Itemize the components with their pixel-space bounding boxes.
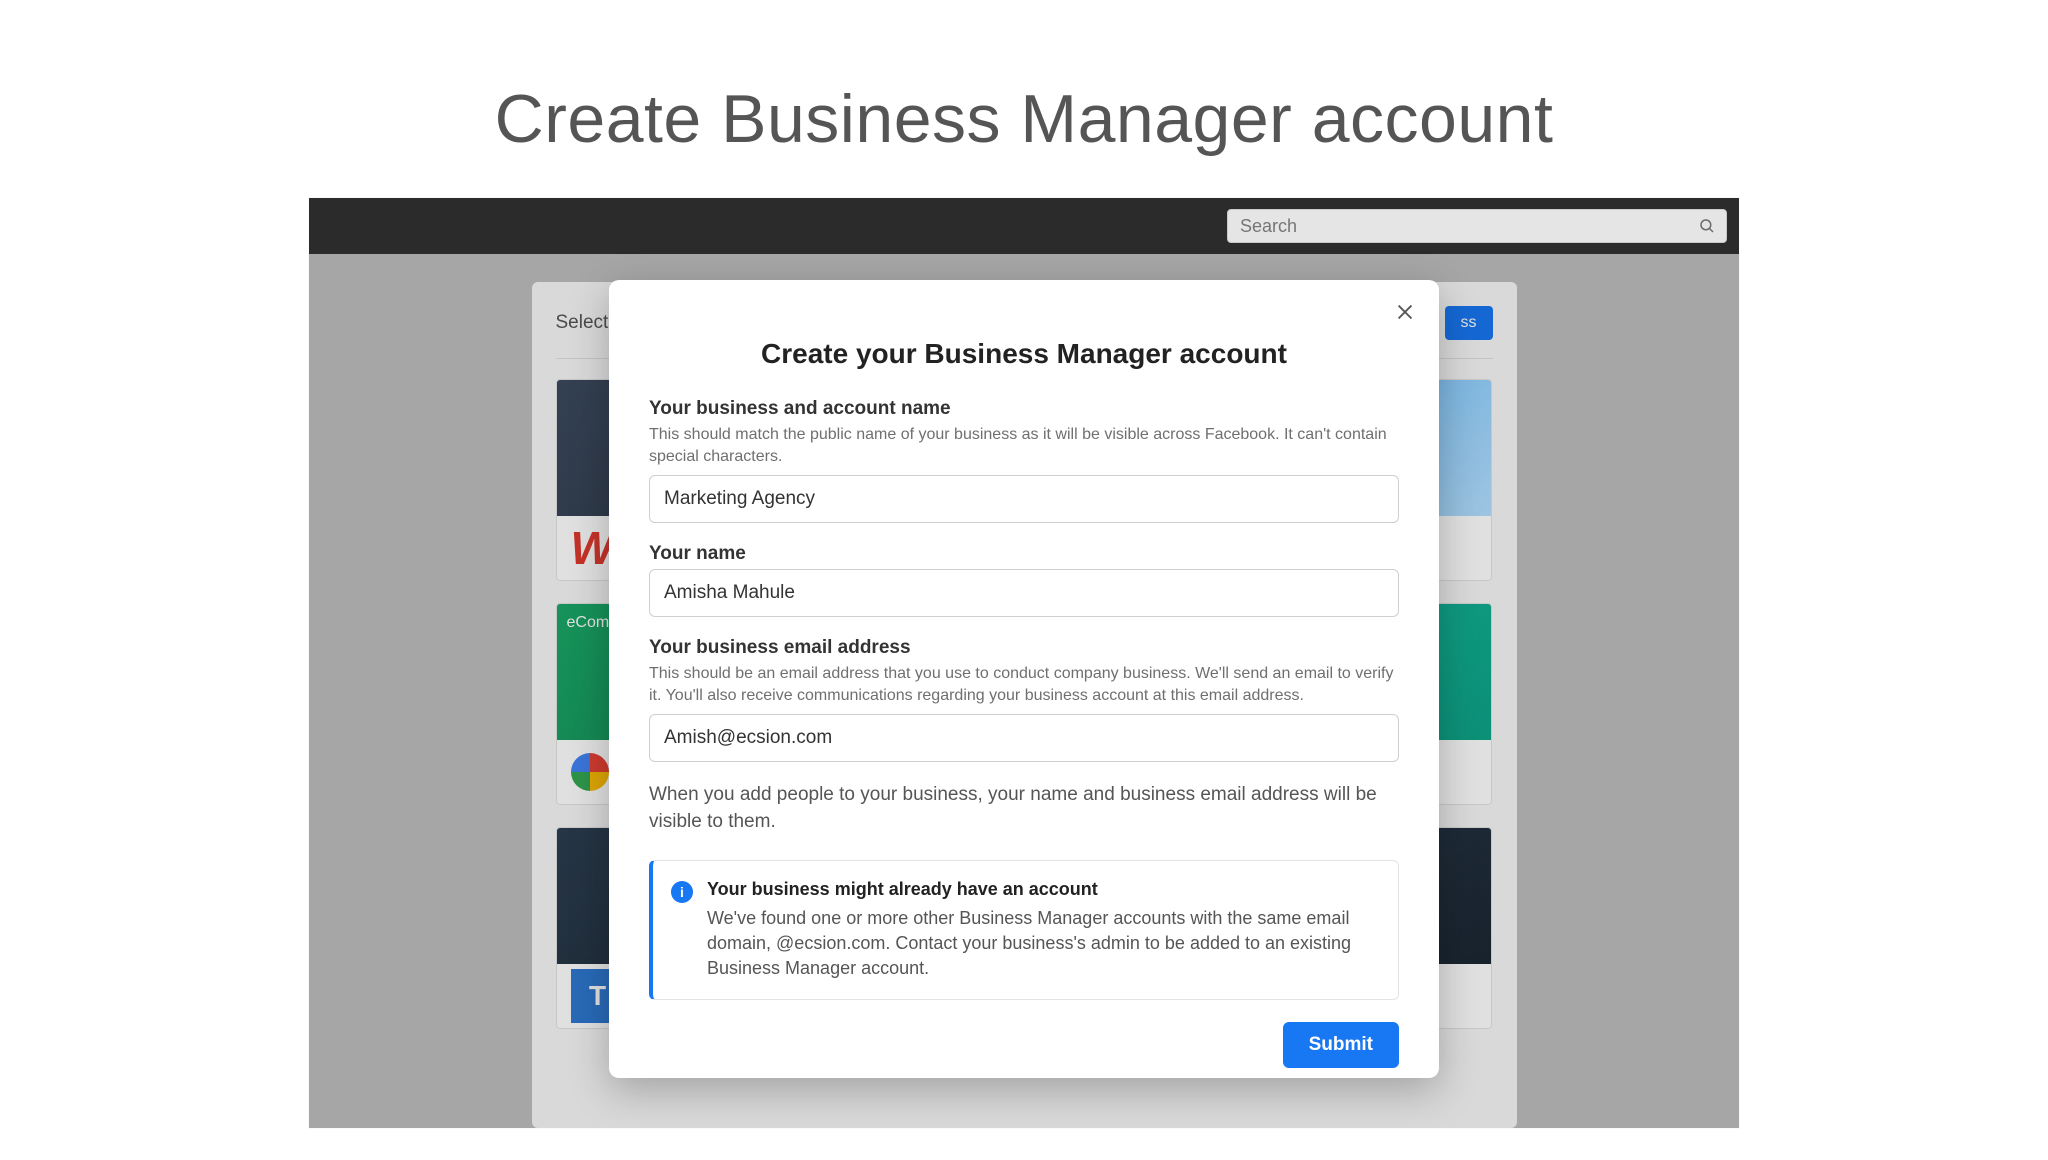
- visibility-note: When you add people to your business, yo…: [649, 782, 1399, 835]
- business-email-input[interactable]: [649, 714, 1399, 762]
- existing-account-callout: i Your business might already have an ac…: [649, 860, 1399, 1001]
- app-frame: Select ss W: [309, 198, 1739, 1128]
- close-button[interactable]: [1389, 298, 1421, 330]
- modal-scroll-region[interactable]: Create your Business Manager account You…: [609, 280, 1439, 1008]
- business-email-help: This should be an email address that you…: [649, 663, 1399, 706]
- topbar: [309, 198, 1739, 254]
- close-icon: [1394, 301, 1416, 328]
- info-icon: i: [671, 881, 693, 903]
- business-email-label: Your business email address: [649, 637, 1399, 659]
- modal-title: Create your Business Manager account: [649, 280, 1399, 398]
- search-icon: [1698, 217, 1716, 235]
- search-field[interactable]: [1227, 209, 1727, 243]
- business-name-input[interactable]: [649, 475, 1399, 523]
- callout-title: Your business might already have an acco…: [707, 879, 1378, 900]
- business-name-help: This should match the public name of you…: [649, 424, 1399, 467]
- your-name-input[interactable]: [649, 569, 1399, 617]
- page-heading: Create Business Manager account: [0, 80, 2048, 158]
- create-bm-modal: Create your Business Manager account You…: [609, 280, 1439, 1078]
- callout-body: We've found one or more other Business M…: [707, 906, 1378, 982]
- submit-button[interactable]: Submit: [1283, 1022, 1399, 1068]
- search-input[interactable]: [1238, 215, 1698, 238]
- app-body: Select ss W: [309, 254, 1739, 1128]
- your-name-label: Your name: [649, 543, 1399, 565]
- business-name-label: Your business and account name: [649, 398, 1399, 420]
